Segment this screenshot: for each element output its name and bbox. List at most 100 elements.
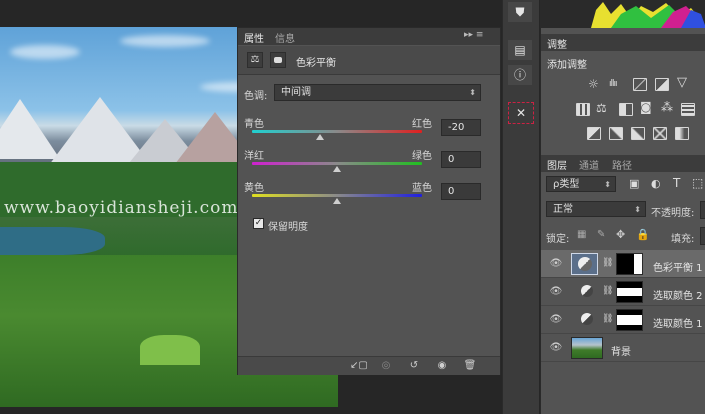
tone-label: 色调: bbox=[244, 91, 268, 102]
selective-color-icon[interactable] bbox=[675, 127, 689, 140]
cloud bbox=[10, 45, 80, 59]
layer-row-color-balance[interactable]: 👁 ⛓ 色彩平衡 1 bbox=[541, 250, 705, 278]
balance-scale-icon[interactable]: ⚖ bbox=[247, 52, 263, 68]
invert-icon[interactable] bbox=[587, 127, 601, 140]
layer-name: 选取颜色 1 bbox=[653, 319, 703, 330]
posterize-icon[interactable] bbox=[609, 127, 623, 140]
black-white-icon[interactable] bbox=[619, 103, 633, 116]
yellow-label: 黄色 bbox=[244, 183, 264, 194]
levels-icon[interactable]: ıllıı bbox=[609, 79, 617, 89]
visibility-eye-icon[interactable]: 👁 bbox=[549, 258, 563, 269]
tab-adjustments[interactable]: 调整 bbox=[547, 36, 567, 51]
layer-mask-thumbnail bbox=[616, 253, 643, 275]
layer-mask-icon[interactable] bbox=[270, 52, 286, 68]
layer-row-selective-color-1[interactable]: 👁 ⛓ 选取颜色 1 bbox=[541, 306, 705, 334]
green-label: 绿色 bbox=[412, 151, 432, 162]
watermark-text: www.baoyidiansheji.com bbox=[4, 198, 239, 218]
lake bbox=[0, 227, 105, 255]
visibility-eye-icon[interactable]: 👁 bbox=[549, 286, 563, 297]
cyan-label: 青色 bbox=[244, 119, 264, 130]
background-thumbnail bbox=[571, 337, 603, 359]
exposure-icon[interactable] bbox=[655, 78, 669, 91]
red-label: 红色 bbox=[412, 119, 432, 130]
layer-filter-dropdown[interactable]: ρ类型 ⬍ bbox=[546, 176, 616, 192]
layer-name: 色彩平衡 1 bbox=[653, 263, 703, 274]
curves-icon[interactable] bbox=[633, 78, 647, 91]
adjustment-title: 色彩平衡 bbox=[296, 58, 336, 69]
opacity-field[interactable] bbox=[700, 201, 705, 219]
channel-mixer-icon[interactable]: ⁂ bbox=[661, 100, 673, 114]
delete-trash-icon[interactable]: 🗑 bbox=[462, 359, 478, 373]
dropdown-arrows-icon: ⬍ bbox=[604, 180, 611, 189]
layer-name: 选取颜色 2 bbox=[653, 291, 703, 302]
vibrance-icon[interactable]: ▽ bbox=[677, 75, 687, 90]
yellow-blue-slider-track[interactable] bbox=[252, 194, 422, 197]
tools-dock-icon[interactable]: ✕ bbox=[508, 102, 534, 124]
info-dock-icon[interactable]: ⓘ bbox=[508, 65, 532, 85]
photo-filter-icon[interactable]: ◙ bbox=[640, 100, 652, 114]
blend-mode-dropdown[interactable]: 正常 ⬍ bbox=[546, 201, 646, 217]
view-previous-state-icon[interactable]: ◎ bbox=[378, 359, 394, 373]
filter-shape-icon[interactable]: ⬚ bbox=[692, 176, 703, 190]
lock-transparency-icon[interactable]: ▦ bbox=[577, 229, 586, 240]
panel-menu-icon[interactable]: ▸▸ ≡ bbox=[464, 30, 483, 40]
filter-adjustment-icon[interactable]: ◐ bbox=[651, 177, 661, 190]
color-balance-icon[interactable]: ⚖ bbox=[596, 101, 607, 115]
cyan-red-value-field[interactable]: -20 bbox=[441, 119, 481, 136]
lock-position-icon[interactable]: ✥ bbox=[616, 228, 625, 241]
threshold-icon[interactable] bbox=[631, 127, 645, 140]
tab-channels[interactable]: 通道 bbox=[579, 157, 599, 172]
cloud bbox=[120, 35, 210, 47]
lock-all-icon[interactable]: 🔒 bbox=[636, 228, 650, 241]
tone-dropdown[interactable]: 中间调 ⬍ bbox=[274, 84, 481, 101]
tab-properties[interactable]: 属性 bbox=[244, 30, 264, 45]
preserve-luminosity-checkbox[interactable]: ✓ bbox=[253, 218, 264, 229]
magenta-green-slider-thumb[interactable] bbox=[333, 166, 341, 172]
tone-dropdown-value: 中间调 bbox=[281, 87, 311, 98]
magenta-label: 洋红 bbox=[244, 151, 264, 162]
tab-layers[interactable]: 图层 bbox=[547, 157, 567, 172]
clip-to-layer-icon[interactable]: ↙▢ bbox=[350, 359, 368, 373]
dropdown-arrows-icon: ⬍ bbox=[634, 205, 641, 214]
cyan-red-slider-thumb[interactable] bbox=[316, 134, 324, 140]
fill-field[interactable] bbox=[700, 227, 705, 245]
visibility-eye-icon[interactable]: ◉ bbox=[434, 359, 450, 373]
tab-info[interactable]: 信息 bbox=[275, 30, 295, 45]
adjustment-thumbnail bbox=[571, 253, 598, 275]
tab-paths[interactable]: 路径 bbox=[612, 157, 632, 172]
hue-saturation-icon[interactable] bbox=[576, 103, 590, 116]
yellow-blue-value-field[interactable]: 0 bbox=[441, 183, 481, 200]
histogram bbox=[541, 0, 705, 28]
adjustment-icon bbox=[581, 285, 593, 297]
lock-label: 锁定: bbox=[546, 234, 570, 245]
color-lookup-icon[interactable] bbox=[681, 103, 695, 116]
adjustments-tabbar: 调整 bbox=[541, 34, 705, 51]
lock-brush-icon[interactable]: ✎ bbox=[597, 229, 605, 240]
magenta-green-slider-track[interactable] bbox=[252, 162, 422, 165]
layer-row-background[interactable]: 👁 背景 bbox=[541, 334, 705, 362]
link-chain-icon: ⛓ bbox=[602, 286, 614, 296]
layers-tabbar: 图层 通道 路径 bbox=[541, 155, 705, 172]
yellow-blue-slider-thumb[interactable] bbox=[333, 198, 341, 204]
filter-type-icon[interactable]: T bbox=[673, 176, 680, 190]
layer-row-selective-color-2[interactable]: 👁 ⛓ 选取颜色 2 bbox=[541, 278, 705, 306]
fill-label: 填充: bbox=[671, 234, 695, 245]
filter-pixel-icon[interactable]: ▣ bbox=[629, 177, 639, 190]
stamp-tool-icon[interactable]: ⛊ bbox=[508, 2, 532, 22]
cyan-red-slider-track[interactable] bbox=[252, 130, 422, 133]
visibility-eye-icon[interactable]: 👁 bbox=[549, 314, 563, 325]
layer-filter-value: ρ类型 bbox=[553, 179, 580, 190]
properties-dock-icon[interactable]: ▤ bbox=[508, 40, 532, 60]
meadow bbox=[140, 335, 200, 365]
adjustment-icon bbox=[581, 313, 593, 325]
link-chain-icon: ⛓ bbox=[602, 314, 614, 324]
properties-header: ⚖ 色彩平衡 bbox=[238, 46, 500, 75]
visibility-eye-icon[interactable]: 👁 bbox=[549, 342, 563, 353]
dropdown-arrows-icon: ⬍ bbox=[469, 88, 476, 97]
brightness-icon[interactable]: ☼ bbox=[588, 77, 599, 91]
reset-icon[interactable]: ↺ bbox=[406, 359, 422, 373]
panel-dock-strip bbox=[502, 0, 539, 414]
magenta-green-value-field[interactable]: 0 bbox=[441, 151, 481, 168]
link-chain-icon: ⛓ bbox=[602, 258, 614, 268]
gradient-map-icon[interactable] bbox=[653, 127, 667, 140]
